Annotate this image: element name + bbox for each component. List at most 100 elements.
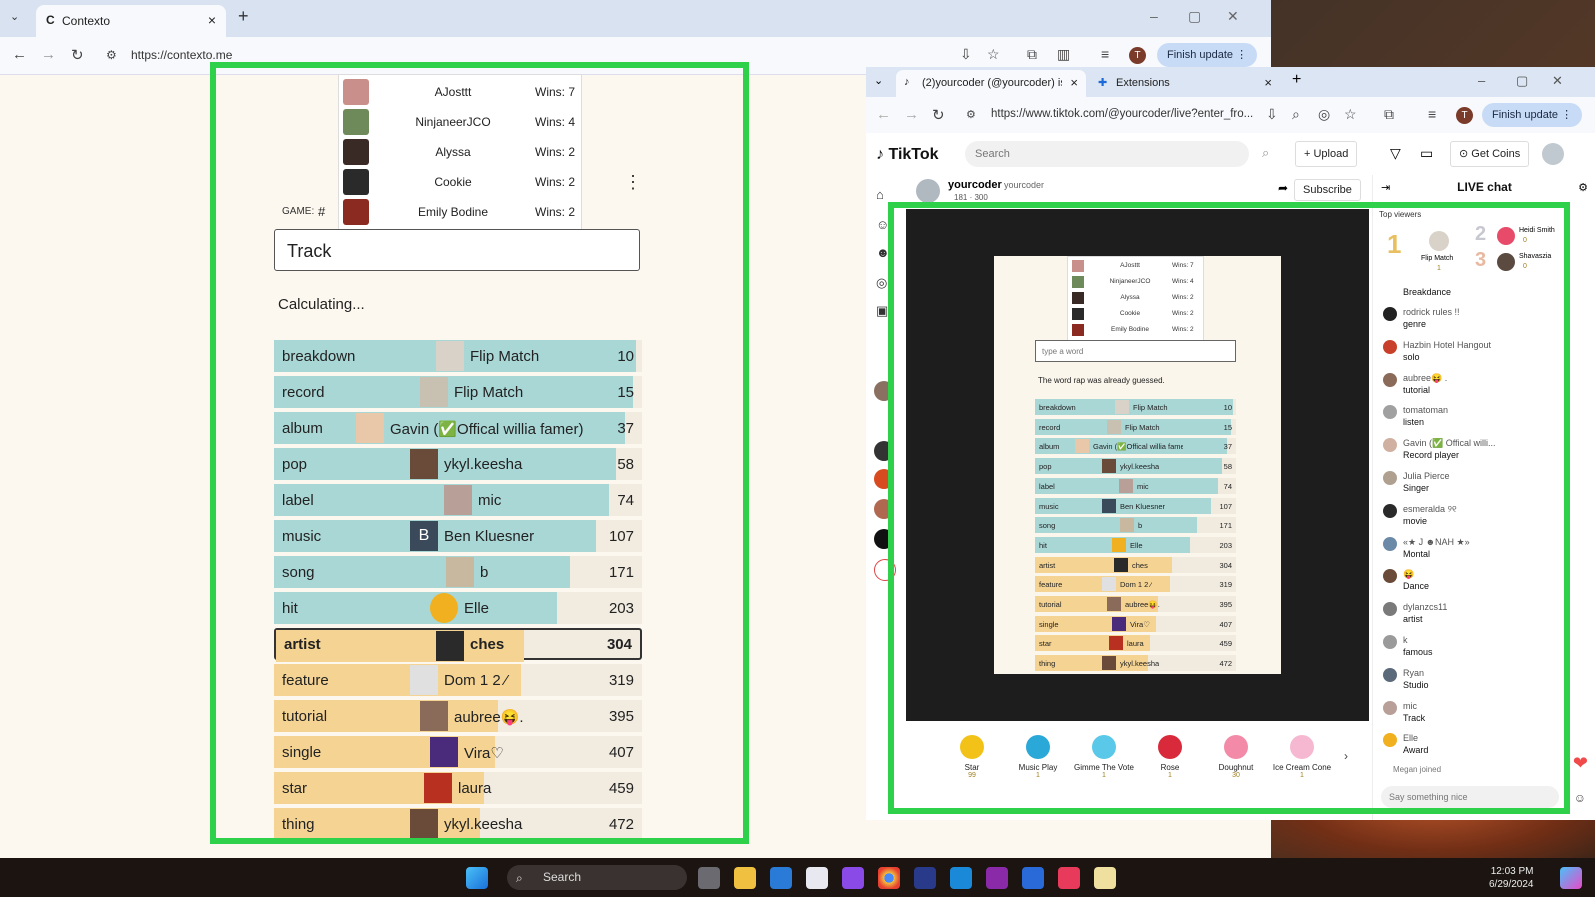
store-icon[interactable] [806,867,828,889]
back-icon[interactable]: ← [12,46,27,63]
messages-icon[interactable]: ▭ [1420,145,1433,162]
chat-input[interactable]: Say something nice [1381,786,1559,808]
close-tab-icon[interactable]: × [1264,75,1272,90]
chat-user-avatar[interactable] [1383,602,1397,617]
close-tab-icon[interactable]: × [1070,75,1078,90]
reload-icon[interactable]: ↻ [71,46,84,64]
gift-item[interactable]: Ice Cream Cone 1 [1272,735,1332,779]
media-icon[interactable]: ≡ [1428,106,1436,122]
tab-tiktok[interactable]: ♪ (2)yourcoder (@yourcoder) is LI × [896,70,1086,97]
maximize-icon[interactable]: ▢ [1188,8,1201,25]
install-app-icon[interactable]: ⇩ [960,46,972,63]
system-clock[interactable]: 12:03 PM 6/29/2024 [1489,865,1534,891]
upload-button[interactable]: + Upload [1295,141,1358,167]
forward-icon[interactable]: → [41,46,56,63]
live-icon[interactable]: ▣ [876,303,892,319]
chat-user-avatar[interactable] [1383,471,1397,485]
finish-update-button[interactable]: Finish update ⋮ [1482,103,1583,127]
url-field[interactable]: https://www.tiktok.com/@yourcoder/live?e… [991,108,1253,120]
close-window-icon[interactable]: ✕ [1552,73,1563,89]
notes-app-icon[interactable] [1094,867,1116,889]
live-stream-video[interactable]: AJosttt Wins: 7 NinjaneerJCO Wins: 4 Alyssa W… [906,209,1369,721]
chrome-icon[interactable] [878,867,900,889]
chat-user-avatar[interactable] [1383,733,1397,748]
search-icon[interactable]: ⌕ [1262,145,1269,161]
followed-account-avatar[interactable] [874,559,896,581]
chat-user-avatar[interactable] [1383,405,1397,420]
tiktok-logo[interactable]: ♪ TikTok [876,146,939,164]
subscribe-button[interactable]: Subscribe [1294,179,1361,201]
site-info-icon[interactable]: ⚙ [966,108,976,121]
vscode-icon[interactable] [950,867,972,889]
new-tab-icon[interactable]: + [238,6,249,27]
followed-account-avatar[interactable] [874,469,894,489]
chat-user-avatar[interactable] [1383,372,1397,387]
bookmark-star-icon[interactable]: ☆ [987,46,1000,63]
install-app-icon[interactable]: ⇩ [1266,106,1278,123]
share-icon[interactable]: ➦ [1278,181,1288,195]
taskbar-search[interactable]: Search [507,865,687,890]
chat-user-avatar[interactable] [1383,438,1397,453]
following-icon[interactable]: ☺ [876,217,892,233]
gift-item[interactable]: Doughnut 30 [1206,735,1266,779]
url-field[interactable]: https://contexto.me [131,48,232,62]
followed-account-avatar[interactable] [874,499,894,519]
chat-user-avatar[interactable] [1383,307,1397,321]
chat-user-avatar[interactable] [1383,635,1397,649]
chat-user-avatar[interactable] [1383,700,1397,715]
explore-icon[interactable]: ◎ [876,275,892,291]
home-icon[interactable]: ⌂ [876,187,892,203]
gift-item[interactable]: Star 99 [942,735,1002,779]
mail-icon[interactable] [770,867,792,889]
gift-item[interactable]: Music Play 1 [1008,735,1068,779]
chat-user-avatar[interactable] [1383,536,1397,551]
task-view-icon[interactable] [698,867,720,889]
followed-account-avatar[interactable] [874,381,894,401]
finish-update-button[interactable]: Finish update ⋮ [1157,43,1258,67]
back-icon[interactable]: ← [876,106,891,123]
search-input[interactable]: Search [965,141,1249,167]
extensions-icon[interactable]: ⧉ [1027,46,1037,63]
onenote-icon[interactable] [986,867,1008,889]
extensions-icon[interactable]: ⧉ [1384,106,1394,123]
chat-user-avatar[interactable] [1383,667,1397,682]
media-app-icon[interactable] [842,867,864,889]
reload-icon[interactable]: ↻ [932,106,945,124]
followed-account-avatar[interactable] [874,441,894,461]
gift-next-chevron-icon[interactable]: › [1344,749,1348,763]
minimize-icon[interactable]: – [1478,73,1485,88]
top-viewers-label[interactable]: Top viewers [1379,210,1421,219]
forward-icon[interactable]: → [904,106,919,123]
chat-settings-icon[interactable]: ⚙ [1578,181,1588,194]
like-heart-icon[interactable]: ❤ [1573,753,1588,774]
minimize-icon[interactable]: – [1150,8,1158,24]
followed-account-avatar[interactable] [874,529,894,549]
friends-icon[interactable]: ☻ [876,245,892,261]
gift-item[interactable]: Gimme The Vote 1 [1074,735,1134,779]
gift-item[interactable]: Rose 1 [1140,735,1200,779]
profile-avatar[interactable]: T [1129,47,1146,64]
profile-avatar[interactable]: T [1456,107,1473,124]
more-menu-icon[interactable]: ⋮ [624,172,642,193]
host-name[interactable]: yourcoder [948,179,1002,191]
inbox-filter-icon[interactable]: ▽ [1390,145,1401,162]
site-info-icon[interactable]: ⚙ [106,48,117,62]
notepad-icon[interactable] [1022,867,1044,889]
top-viewer-1-avatar[interactable] [1429,231,1449,251]
tab-search-chevron-icon[interactable]: ⌄ [10,10,19,23]
new-tab-icon[interactable]: + [1292,71,1301,89]
tab-contexto[interactable]: C Contexto × [36,5,226,37]
file-explorer-icon[interactable] [734,867,756,889]
chat-user-avatar[interactable] [1383,503,1397,518]
tiktok-app-icon[interactable] [1058,867,1080,889]
top-viewer-3-avatar[interactable] [1497,253,1515,271]
maximize-icon[interactable]: ▢ [1516,73,1528,89]
word-input[interactable]: Track [274,229,640,271]
start-windows-icon[interactable] [466,867,488,889]
top-viewer-2-avatar[interactable] [1497,227,1515,245]
emoji-icon[interactable]: ☺ [1574,791,1586,805]
word-app-icon[interactable] [914,867,936,889]
close-tab-icon[interactable]: × [208,12,216,28]
tracking-icon[interactable]: ◎ [1318,106,1330,123]
user-avatar[interactable] [1542,143,1564,165]
